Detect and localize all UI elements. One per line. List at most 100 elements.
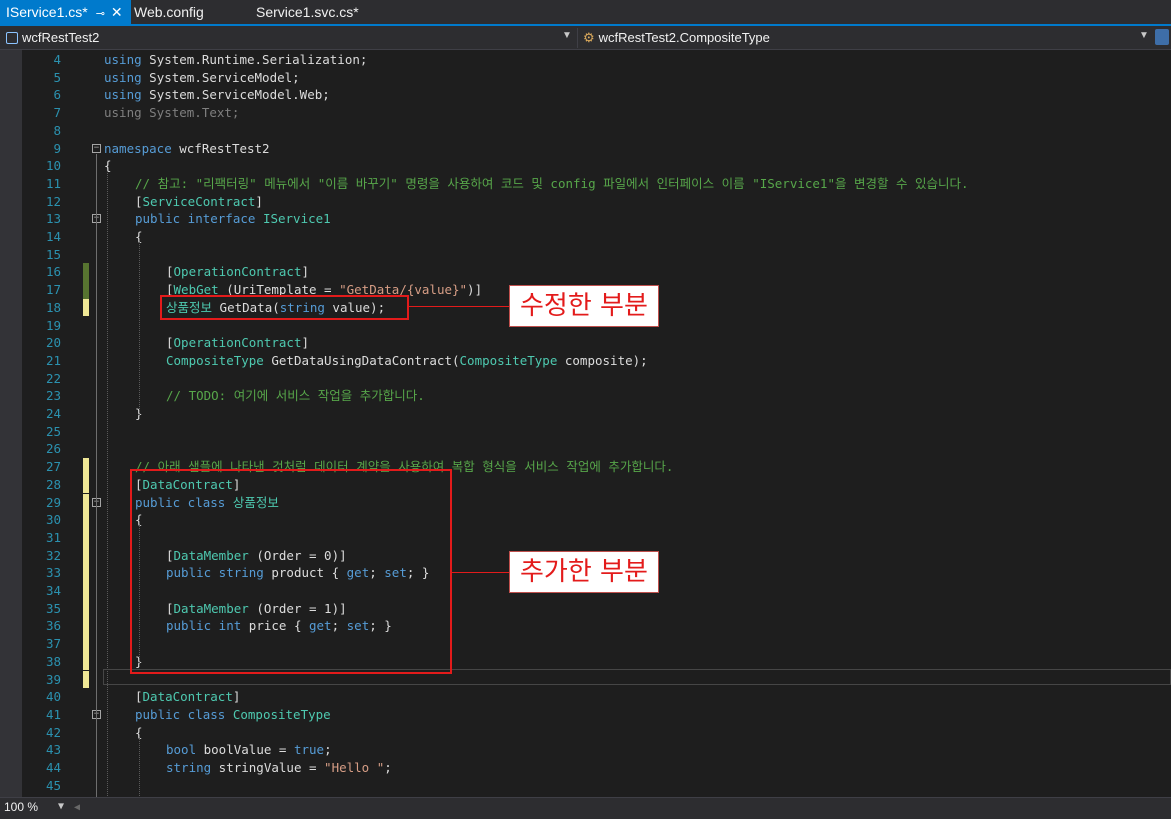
line-number: 30 bbox=[45, 512, 61, 528]
tab-iservice1-cs[interactable]: IService1.cs* ⊸ ✕ bbox=[0, 0, 131, 24]
modified-section-label: 수정한 부분 bbox=[509, 285, 659, 327]
line-number: 45 bbox=[45, 777, 61, 793]
code-line[interactable]: 22 bbox=[0, 370, 1171, 388]
code-line[interactable]: 9 − namespace wcfRestTest2 bbox=[0, 140, 1171, 158]
line-number: 20 bbox=[45, 335, 61, 351]
code-line[interactable]: 8 bbox=[0, 122, 1171, 140]
change-indicator bbox=[83, 298, 89, 317]
line-number: 36 bbox=[45, 618, 61, 634]
scroll-left-icon[interactable]: ◀ bbox=[74, 802, 80, 813]
navigation-bar: wcfRestTest2 ▼ ⚙ wcfRestTest2.CompositeTy… bbox=[0, 26, 1171, 50]
code-text: using System.ServiceModel; bbox=[104, 69, 300, 85]
tab-web-config[interactable]: Web.config bbox=[128, 0, 210, 24]
line-number: 14 bbox=[45, 229, 61, 244]
line-number: 29 bbox=[45, 494, 61, 510]
change-indicator bbox=[83, 511, 89, 529]
chevron-down-icon[interactable]: ▼ bbox=[58, 801, 64, 812]
code-line[interactable]: 16 [OperationContract] bbox=[0, 263, 1171, 282]
line-number: 19 bbox=[45, 317, 61, 333]
code-line[interactable]: 23 // TODO: 여기에 서비스 작업을 추가합니다. bbox=[0, 387, 1171, 405]
code-line[interactable]: 42{ bbox=[0, 724, 1171, 742]
code-text: [OperationContract] bbox=[166, 335, 309, 351]
line-number: 6 bbox=[53, 87, 61, 103]
change-indicator bbox=[83, 546, 89, 565]
line-number: 37 bbox=[45, 636, 61, 652]
code-line[interactable]: 26 bbox=[0, 440, 1171, 458]
modified-connector-line bbox=[409, 306, 509, 307]
change-indicator bbox=[83, 493, 89, 512]
member-icon[interactable] bbox=[1155, 29, 1169, 45]
document-tab-bar: IService1.cs* ⊸ ✕ Web.config Service1.svc.… bbox=[0, 0, 1171, 26]
tab-service1-svc-cs[interactable]: Service1.svc.cs* bbox=[250, 0, 365, 24]
indent-guide bbox=[139, 737, 140, 797]
line-number: 11 bbox=[45, 175, 61, 191]
code-line[interactable]: 44 string stringValue = "Hello "; bbox=[0, 759, 1171, 777]
code-line[interactable]: 41− public class CompositeType bbox=[0, 706, 1171, 724]
change-indicator bbox=[83, 458, 89, 476]
indent-guide bbox=[107, 171, 108, 797]
code-line[interactable]: 43 bool boolValue = true; bbox=[0, 741, 1171, 759]
line-number: 23 bbox=[45, 388, 61, 404]
indent-guide bbox=[139, 242, 140, 419]
pin-icon[interactable]: ⊸ bbox=[96, 8, 105, 20]
line-number: 31 bbox=[45, 529, 61, 545]
line-number: 10 bbox=[45, 158, 61, 174]
code-text: using System.Runtime.Serialization; bbox=[104, 52, 368, 67]
project-dropdown[interactable]: wcfRestTest2 bbox=[6, 29, 99, 47]
close-icon[interactable]: ✕ bbox=[111, 4, 123, 20]
line-number: 40 bbox=[45, 689, 61, 705]
line-number: 41 bbox=[45, 706, 61, 722]
code-line[interactable]: 25 bbox=[0, 423, 1171, 441]
line-number: 9 bbox=[53, 140, 61, 156]
line-number: 12 bbox=[45, 193, 61, 209]
line-number: 25 bbox=[45, 423, 61, 439]
code-line[interactable]: 11 // 참고: "리팩터링" 메뉴에서 "이름 바꾸기" 명령을 사용하여 코… bbox=[0, 175, 1171, 193]
code-text: using System.ServiceModel.Web; bbox=[104, 87, 330, 103]
change-indicator bbox=[83, 475, 89, 494]
line-number: 34 bbox=[45, 583, 61, 598]
code-line[interactable]: 6 using System.ServiceModel.Web; bbox=[0, 86, 1171, 104]
line-number: 35 bbox=[45, 600, 61, 616]
code-line[interactable]: 7 using System.Text; bbox=[0, 104, 1171, 122]
added-connector-line bbox=[452, 572, 509, 573]
line-number: 21 bbox=[45, 352, 61, 368]
code-line[interactable]: 15 bbox=[0, 246, 1171, 264]
line-number: 15 bbox=[45, 246, 61, 262]
line-number: 5 bbox=[53, 69, 61, 85]
line-number: 42 bbox=[45, 724, 61, 740]
code-text: // TODO: 여기에 서비스 작업을 추가합니다. bbox=[166, 388, 425, 404]
tab-label: Web.config bbox=[134, 4, 204, 20]
chevron-down-icon[interactable]: ▼ bbox=[1139, 30, 1149, 41]
code-line[interactable]: 24} bbox=[0, 405, 1171, 423]
code-text: [OperationContract] bbox=[166, 264, 309, 280]
code-editor[interactable]: 4 using System.Runtime.Serialization; 5 usi… bbox=[0, 50, 1171, 797]
change-indicator bbox=[83, 635, 89, 653]
chevron-down-icon[interactable]: ▼ bbox=[562, 30, 572, 41]
editor-status-bar: 100 % ▼ ◀ bbox=[0, 797, 1171, 819]
code-line[interactable]: 40 [DataContract] bbox=[0, 688, 1171, 706]
code-line[interactable]: 10{ bbox=[0, 157, 1171, 175]
line-number: 33 bbox=[45, 565, 61, 581]
collapse-icon[interactable]: − bbox=[92, 143, 101, 153]
line-number: 24 bbox=[45, 406, 61, 421]
line-number: 4 bbox=[53, 52, 61, 67]
code-text: using System.Text; bbox=[104, 105, 240, 121]
code-line[interactable]: 45 bbox=[0, 777, 1171, 795]
tab-label: IService1.cs* bbox=[6, 4, 88, 20]
line-number: 43 bbox=[45, 742, 61, 758]
code-line[interactable]: 4 using System.Runtime.Serialization; bbox=[0, 51, 1171, 69]
line-number: 38 bbox=[45, 653, 61, 669]
change-indicator bbox=[83, 281, 89, 299]
code-line[interactable]: 14{ bbox=[0, 228, 1171, 246]
line-number: 32 bbox=[45, 547, 61, 563]
code-line[interactable]: 20 [OperationContract] bbox=[0, 334, 1171, 352]
code-line[interactable]: 21 CompositeType GetDataUsingDataContract… bbox=[0, 352, 1171, 370]
added-code-highlight-box bbox=[130, 469, 452, 674]
code-text: public interface IService1 bbox=[135, 211, 331, 227]
code-text: [ServiceContract] bbox=[135, 193, 263, 209]
member-dropdown[interactable]: ⚙ wcfRestTest2.CompositeType bbox=[583, 29, 770, 47]
code-line[interactable]: 13− public interface IService1 bbox=[0, 210, 1171, 228]
zoom-level[interactable]: 100 % bbox=[4, 800, 38, 814]
code-line[interactable]: 12 [ServiceContract] bbox=[0, 193, 1171, 211]
code-line[interactable]: 5 using System.ServiceModel; bbox=[0, 69, 1171, 87]
